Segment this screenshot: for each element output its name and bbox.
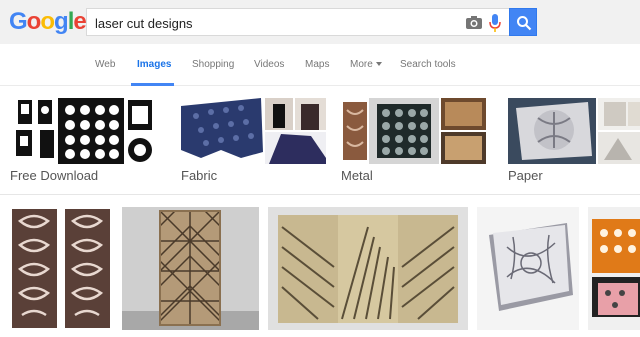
search-input[interactable] bbox=[95, 14, 455, 32]
top-bar: Google bbox=[0, 0, 640, 44]
related-label: Metal bbox=[341, 168, 373, 183]
logo-letter: e bbox=[73, 8, 86, 35]
related-thumbnail bbox=[181, 98, 326, 164]
related-searches: Free Download Fabric Metal Paper bbox=[0, 86, 640, 194]
tab-shopping[interactable]: Shopping bbox=[192, 59, 234, 70]
chevron-down-icon bbox=[375, 62, 382, 67]
related-card-paper[interactable]: Paper bbox=[508, 98, 640, 188]
search-tabs: Web Images Shopping Videos Maps More Sea… bbox=[0, 44, 640, 86]
tab-search-tools[interactable]: Search tools bbox=[400, 59, 456, 70]
result-image[interactable] bbox=[122, 207, 259, 330]
mic-icon[interactable] bbox=[489, 14, 501, 32]
tab-more-label: More bbox=[350, 59, 373, 70]
tab-videos[interactable]: Videos bbox=[254, 59, 284, 70]
tab-more[interactable]: More bbox=[350, 59, 382, 70]
related-card-free-download[interactable]: Free Download bbox=[10, 98, 155, 188]
tab-web[interactable]: Web bbox=[95, 59, 115, 70]
result-image[interactable] bbox=[588, 207, 640, 330]
related-label: Free Download bbox=[10, 168, 99, 183]
search-button[interactable] bbox=[509, 8, 537, 36]
logo-letter: G bbox=[9, 8, 28, 35]
search-box[interactable] bbox=[86, 8, 509, 36]
related-thumbnail bbox=[508, 98, 640, 164]
related-thumbnail bbox=[10, 98, 155, 164]
related-label: Fabric bbox=[181, 168, 218, 183]
result-image[interactable] bbox=[268, 207, 468, 330]
image-results bbox=[0, 195, 640, 337]
camera-icon[interactable] bbox=[466, 15, 482, 29]
result-image[interactable] bbox=[477, 207, 579, 330]
logo-letter: o bbox=[26, 8, 42, 35]
tab-maps[interactable]: Maps bbox=[305, 59, 329, 70]
related-label: Paper bbox=[508, 168, 543, 183]
result-image[interactable] bbox=[10, 207, 112, 330]
logo-letter: g bbox=[54, 8, 69, 35]
related-thumbnail bbox=[341, 98, 486, 164]
logo-letter: o bbox=[40, 8, 55, 35]
related-card-metal[interactable]: Metal bbox=[341, 98, 486, 188]
google-logo[interactable]: Google bbox=[9, 8, 87, 36]
tab-images[interactable]: Images bbox=[137, 59, 171, 70]
related-card-fabric[interactable]: Fabric bbox=[181, 98, 326, 188]
search-icon bbox=[517, 16, 532, 31]
